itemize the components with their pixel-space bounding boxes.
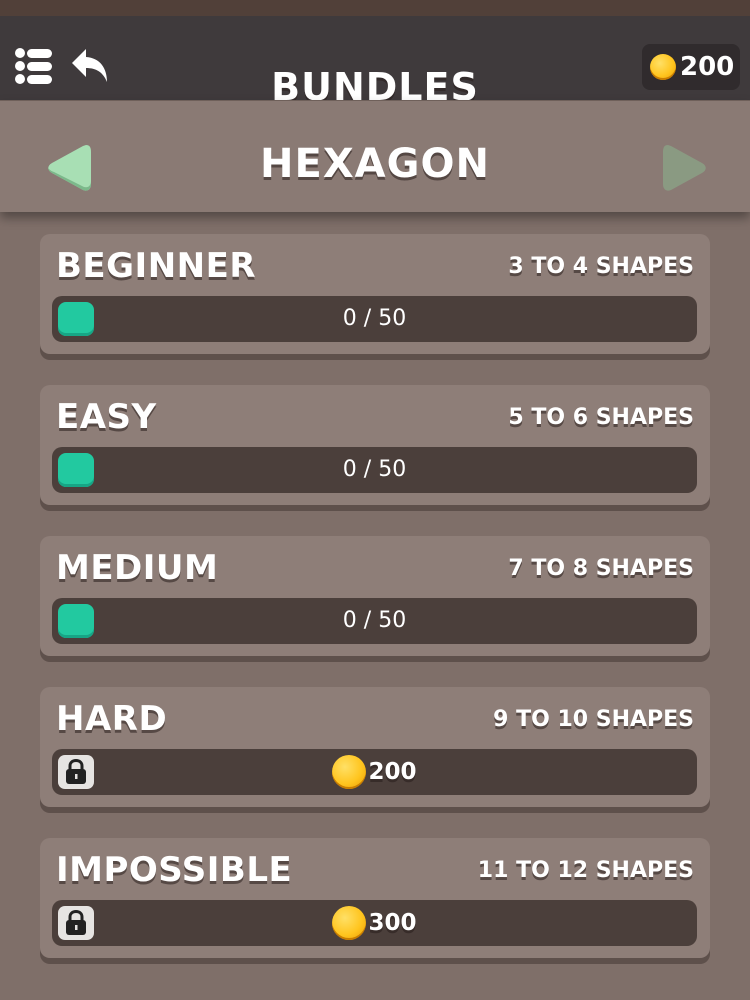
progress-text: 0 / 50 — [342, 306, 407, 331]
progress-bar: 0 / 50 — [52, 447, 697, 493]
level-name: HARD — [56, 699, 168, 739]
progress-text: 0 / 50 — [342, 608, 407, 633]
level-name: IMPOSSIBLE — [56, 850, 293, 890]
next-arrow-icon[interactable] — [662, 141, 708, 195]
coin-balance: 200 — [642, 44, 740, 90]
level-shapes: 3 TO 4 SHAPES — [508, 254, 694, 279]
level-shapes: 5 TO 6 SHAPES — [508, 405, 694, 430]
level-shapes: 9 TO 10 SHAPES — [493, 707, 694, 732]
progress-bar: 0 / 50 — [52, 296, 697, 342]
unlock-bar[interactable]: 300 — [52, 900, 697, 946]
level-card-medium[interactable]: MEDIUM 7 TO 8 SHAPES 0 / 50 — [40, 536, 710, 656]
level-shapes: 7 TO 8 SHAPES — [508, 556, 694, 581]
coin-icon — [650, 54, 676, 80]
coin-amount: 200 — [680, 52, 735, 82]
progress-text: 0 / 50 — [342, 457, 407, 482]
level-card-easy[interactable]: EASY 5 TO 6 SHAPES 0 / 50 — [40, 385, 710, 505]
bundle-selector: HEXAGON — [0, 100, 750, 212]
unlock-price: 200 — [52, 755, 697, 789]
level-card-beginner[interactable]: BEGINNER 3 TO 4 SHAPES 0 / 50 — [40, 234, 710, 354]
unlock-price: 300 — [52, 906, 697, 940]
level-card-impossible[interactable]: IMPOSSIBLE 11 TO 12 SHAPES 300 — [40, 838, 710, 958]
level-name: MEDIUM — [56, 548, 219, 588]
price-amount: 300 — [368, 910, 417, 936]
coin-icon — [332, 755, 367, 789]
level-shapes: 11 TO 12 SHAPES — [477, 858, 694, 883]
level-name: EASY — [56, 397, 157, 437]
unlock-bar[interactable]: 200 — [52, 749, 697, 795]
level-list: BEGINNER 3 TO 4 SHAPES 0 / 50 EASY 5 TO … — [40, 234, 710, 989]
level-card-hard[interactable]: HARD 9 TO 10 SHAPES 200 — [40, 687, 710, 807]
level-name: BEGINNER — [56, 246, 257, 286]
progress-bar: 0 / 50 — [52, 598, 697, 644]
price-amount: 200 — [368, 759, 417, 785]
bundle-name: HEXAGON — [260, 141, 490, 187]
top-strip — [0, 0, 750, 16]
coin-icon — [332, 906, 367, 940]
header-bar: BUNDLES — [0, 16, 750, 109]
